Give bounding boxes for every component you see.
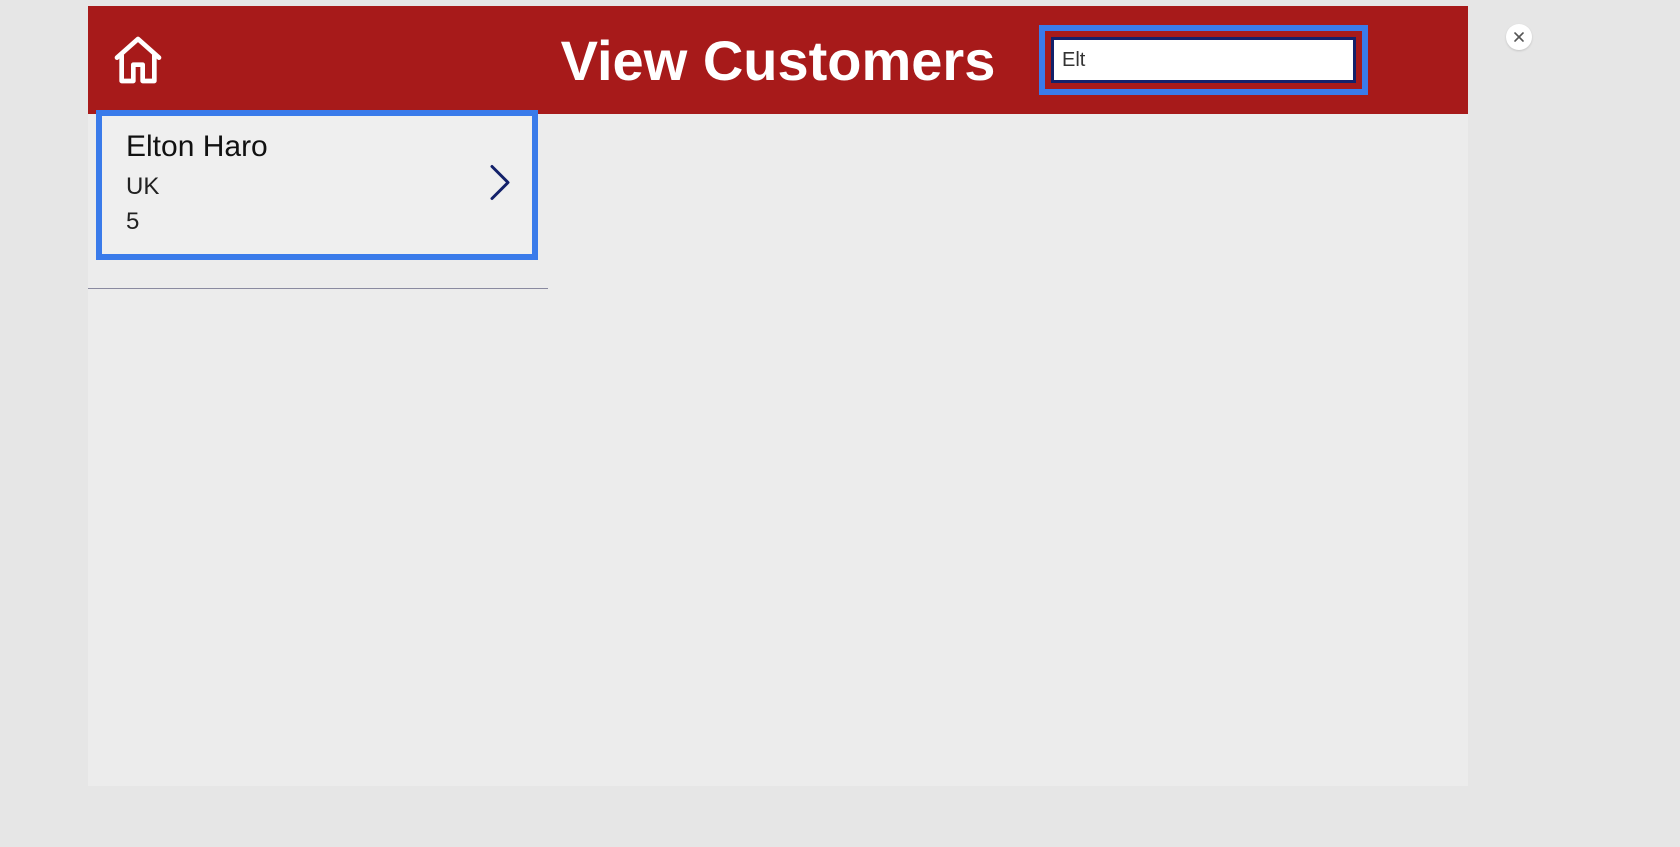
header-bar: View Customers <box>88 6 1468 114</box>
customer-location: UK <box>126 170 512 205</box>
search-container <box>1045 31 1362 89</box>
app-frame: View Customers Elton Haro UK 5 <box>88 6 1468 786</box>
close-button[interactable] <box>1506 24 1532 50</box>
results-area: Elton Haro UK 5 <box>88 110 1468 289</box>
customer-id: 5 <box>126 205 512 240</box>
home-icon <box>110 32 166 88</box>
customer-name: Elton Haro <box>126 130 512 164</box>
list-divider <box>88 288 548 289</box>
search-highlight <box>1039 25 1368 95</box>
search-input[interactable] <box>1051 37 1356 83</box>
chevron-right-icon <box>488 162 514 207</box>
customer-result-item[interactable]: Elton Haro UK 5 <box>96 110 538 260</box>
page-title: View Customers <box>561 28 996 93</box>
home-button[interactable] <box>110 32 166 88</box>
close-icon <box>1513 31 1525 43</box>
